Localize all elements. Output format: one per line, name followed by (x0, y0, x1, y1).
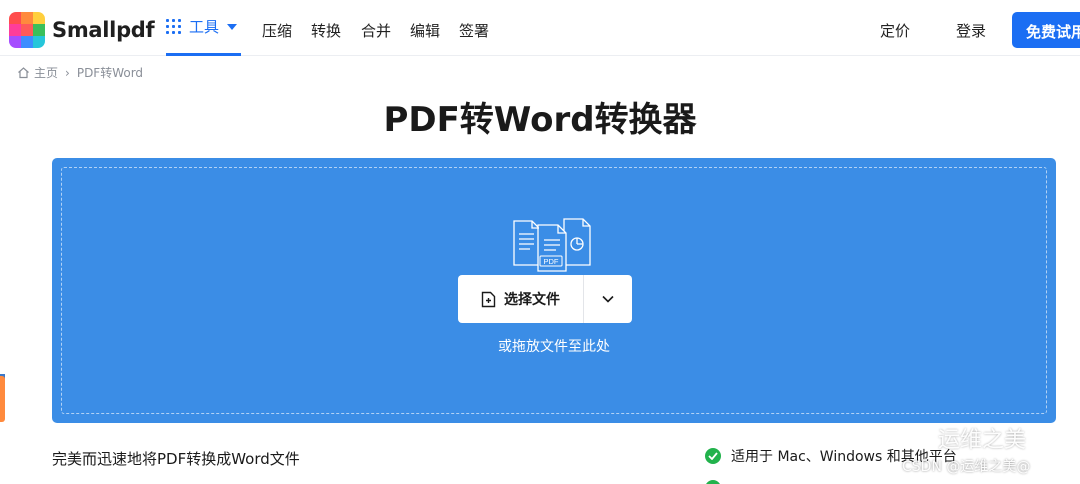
check-icon (705, 480, 721, 484)
tools-menu[interactable]: 工具 (166, 0, 242, 56)
check-icon (705, 448, 721, 464)
top-header: Smallpdf 工具 压缩 转换 合并 编辑 签署 定价 登录 免费试用 (0, 0, 1080, 56)
smallpdf-logo[interactable]: Smallpdf (9, 12, 155, 48)
tools-label: 工具 (189, 18, 220, 36)
logo-icon (9, 12, 45, 48)
wechat-icon (898, 426, 929, 450)
breadcrumb: 主页 › PDF转Word (17, 64, 143, 81)
watermark-line2: CSDN @运维之美@ (902, 459, 1031, 475)
watermark-line1: 运维之美 (938, 428, 1027, 453)
nav-convert[interactable]: 转换 (311, 20, 341, 41)
page-title: PDF转Word转换器 (383, 100, 697, 140)
drop-hint: 或拖放文件至此处 (498, 339, 610, 355)
free-trial-button[interactable]: 免费试用 (1012, 12, 1080, 48)
chevron-down-icon (602, 295, 614, 303)
pdf-badge-text: PDF (544, 257, 559, 266)
file-add-icon (481, 291, 496, 307)
side-feedback-tab[interactable] (0, 376, 5, 422)
watermark-wechat: 运维之美 (898, 422, 1026, 454)
caret-down-icon (227, 23, 238, 30)
home-icon[interactable] (17, 66, 30, 79)
nav-sign[interactable]: 签署 (459, 20, 489, 41)
choose-file-label: 选择文件 (504, 292, 560, 308)
nav-compress[interactable]: 压缩 (262, 20, 292, 41)
choose-file-control: 选择文件 (458, 275, 632, 323)
logo-text: Smallpdf (52, 18, 155, 42)
documents-icon: PDF (513, 218, 591, 272)
apps-grid-icon (166, 19, 181, 34)
breadcrumb-home[interactable]: 主页 (34, 64, 58, 81)
more-sources-button[interactable] (584, 275, 632, 323)
breadcrumb-separator: › (65, 65, 70, 80)
nav-edit[interactable]: 编辑 (410, 20, 440, 41)
pricing-link[interactable]: 定价 (880, 20, 910, 41)
nav-merge[interactable]: 合并 (361, 20, 391, 41)
feature-text: 完美而迅速地将PDF转换成Word文件 (52, 450, 300, 468)
login-link[interactable]: 登录 (956, 20, 986, 41)
file-dropzone[interactable]: PDF 选择文件 或拖放文件至此处 (52, 158, 1056, 423)
breadcrumb-current: PDF转Word (76, 66, 144, 80)
choose-file-button[interactable]: 选择文件 (458, 275, 584, 323)
